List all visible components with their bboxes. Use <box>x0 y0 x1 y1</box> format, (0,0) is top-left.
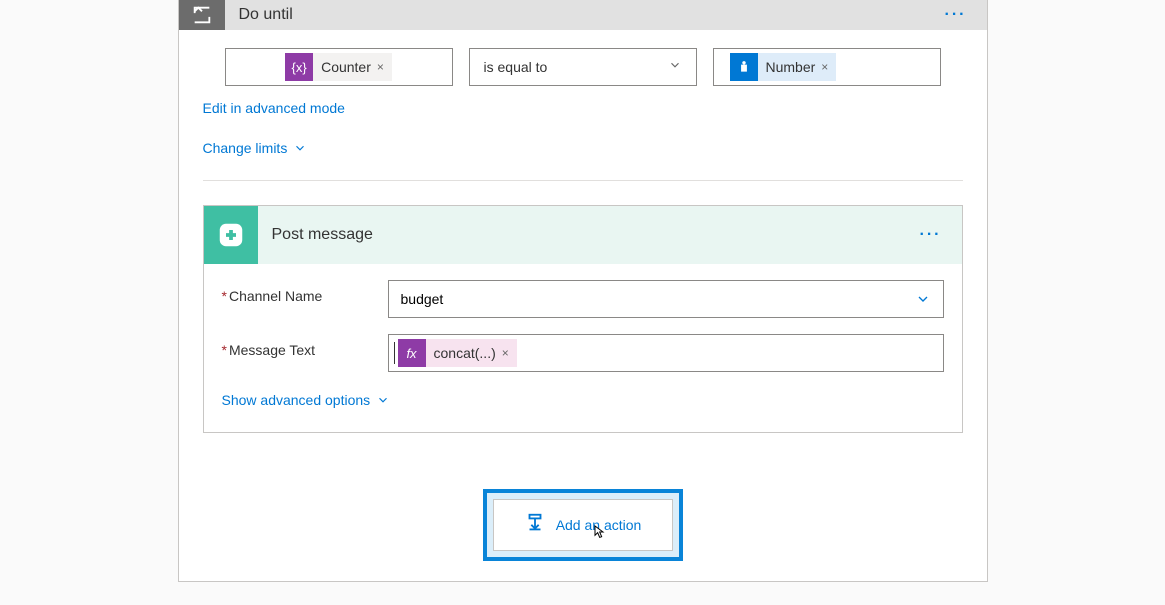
fx-icon: fx <box>398 339 426 367</box>
chevron-down-icon <box>915 291 931 307</box>
divider <box>203 180 963 181</box>
number-token[interactable]: Number × <box>730 53 837 81</box>
condition-right-input[interactable]: Number × <box>713 48 941 86</box>
remove-token-icon[interactable]: × <box>377 60 384 74</box>
do-until-header[interactable]: Do until ··· <box>179 0 987 30</box>
add-action-container: Add an action <box>179 455 987 581</box>
add-action-label: Add an action <box>556 517 642 533</box>
counter-token-label: Counter <box>321 59 371 75</box>
add-action-icon <box>524 512 546 539</box>
operator-label: is equal to <box>484 59 548 75</box>
post-message-card: Post message ··· *Channel Name budget *M… <box>203 205 963 433</box>
add-action-button[interactable]: Add an action <box>493 499 673 551</box>
condition-row: {x} Counter × is equal to Number × <box>179 30 987 86</box>
concat-token-label: concat(...) <box>434 345 496 361</box>
chevron-down-icon <box>668 58 682 77</box>
change-limits-link[interactable]: Change limits <box>203 140 308 156</box>
number-token-label: Number <box>766 59 816 75</box>
change-limits-label: Change limits <box>203 140 288 156</box>
edit-advanced-mode-link[interactable]: Edit in advanced mode <box>203 100 345 116</box>
condition-left-input[interactable]: {x} Counter × <box>225 48 453 86</box>
message-text-input[interactable]: fx concat(...) × <box>388 334 944 372</box>
remove-token-icon[interactable]: × <box>502 346 509 360</box>
post-message-title: Post message <box>272 226 373 244</box>
channel-name-select[interactable]: budget <box>388 280 944 318</box>
chevron-down-icon <box>376 393 390 407</box>
do-until-menu-button[interactable]: ··· <box>945 6 967 24</box>
chevron-down-icon <box>293 141 307 155</box>
show-advanced-label: Show advanced options <box>222 392 371 408</box>
counter-token[interactable]: {x} Counter × <box>285 53 392 81</box>
text-cursor <box>394 342 396 364</box>
channel-name-row: *Channel Name budget <box>204 264 962 318</box>
concat-token[interactable]: fx concat(...) × <box>398 339 517 367</box>
show-advanced-options-link[interactable]: Show advanced options <box>222 392 391 408</box>
post-message-menu-button[interactable]: ··· <box>920 226 942 244</box>
channel-name-label: *Channel Name <box>222 280 388 304</box>
remove-token-icon[interactable]: × <box>821 60 828 74</box>
post-message-header[interactable]: Post message ··· <box>204 206 962 264</box>
do-until-icon <box>179 0 225 30</box>
slack-icon <box>204 206 258 264</box>
add-action-highlight: Add an action <box>483 489 683 561</box>
variable-icon: {x} <box>285 53 313 81</box>
input-icon <box>730 53 758 81</box>
message-text-row: *Message Text fx concat(...) × <box>204 318 962 372</box>
channel-name-value: budget <box>401 291 444 307</box>
do-until-card: Do until ··· {x} Counter × is equal to N… <box>178 0 988 582</box>
condition-operator-select[interactable]: is equal to <box>469 48 697 86</box>
message-text-label: *Message Text <box>222 334 388 358</box>
do-until-title: Do until <box>239 6 293 24</box>
